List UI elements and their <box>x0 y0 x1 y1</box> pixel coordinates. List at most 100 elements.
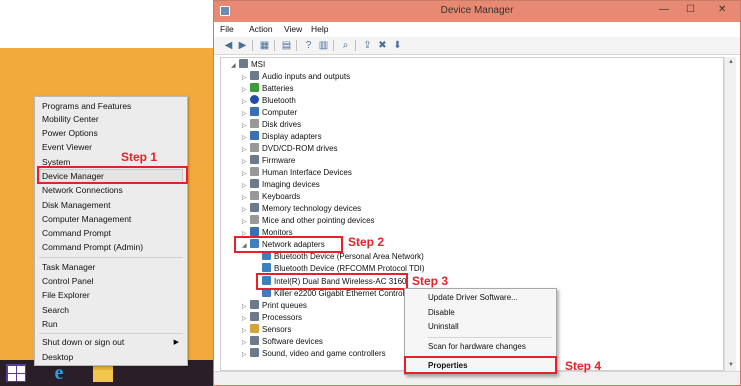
menu-item-disk-management[interactable]: Disk Management <box>42 199 111 212</box>
menu-view[interactable]: View <box>284 24 302 34</box>
tree-item[interactable]: ▷ Imaging devices <box>242 179 320 191</box>
tree-item[interactable]: ▷ Display adapters <box>242 131 322 143</box>
list-view-icon[interactable]: ▥ <box>317 39 330 52</box>
menu-help[interactable]: Help <box>311 24 328 34</box>
tree-item[interactable]: ▷ Disk drives <box>242 119 301 131</box>
update-driver-menu-item[interactable]: Update Driver Software... <box>428 292 518 304</box>
tree-item[interactable]: ▷ Print queues <box>242 300 307 312</box>
tree-item-label: Human Interface Devices <box>262 168 352 177</box>
back-icon[interactable]: ◀ <box>222 39 235 52</box>
expand-icon[interactable]: ▷ <box>242 349 250 361</box>
menu-item-control-panel[interactable]: Control Panel <box>42 275 94 288</box>
tree-root-label: MSI <box>251 60 266 69</box>
scroll-up-icon[interactable]: ▲ <box>725 57 737 68</box>
mouse-icon <box>250 215 259 224</box>
close-button[interactable]: ✕ <box>718 4 726 15</box>
internet-explorer-icon[interactable]: e <box>48 363 70 383</box>
tree-item-label: DVD/CD-ROM drives <box>262 144 338 153</box>
menu-item-command-prompt[interactable]: Command Prompt <box>42 227 111 240</box>
tree-item-label: Disk drives <box>262 120 302 129</box>
tree-root[interactable]: ◢ MSI <box>231 59 265 71</box>
scan-hardware-icon[interactable]: ⌕ <box>339 39 352 52</box>
tree-item[interactable]: ▷ Keyboards <box>242 191 300 203</box>
bluetooth-icon <box>250 95 259 104</box>
menu-item-mobility-center[interactable]: Mobility Center <box>42 113 99 126</box>
menu-item-file-explorer[interactable]: File Explorer <box>42 289 90 302</box>
memory-icon <box>250 203 259 212</box>
menu-item-computer-management[interactable]: Computer Management <box>42 213 131 226</box>
tree-item[interactable]: ▷ Mice and other pointing devices <box>242 215 375 227</box>
tree-item[interactable]: ▷ DVD/CD-ROM drives <box>242 143 338 155</box>
tree-item[interactable]: ▷ Firmware <box>242 155 295 167</box>
properties-icon[interactable]: ▤ <box>280 39 293 52</box>
tree-item[interactable]: ▷ Processors <box>242 312 302 324</box>
help-icon[interactable]: ? <box>302 39 315 52</box>
tree-child-label: Bluetooth Device (RFCOMM Protocol TDI) <box>274 264 425 273</box>
forward-icon[interactable]: ▶ <box>236 39 249 52</box>
show-hide-tree-icon[interactable]: ▦ <box>258 39 271 52</box>
tree-item[interactable]: ▷ Audio inputs and outputs <box>242 71 350 83</box>
tree-item[interactable]: ▷ Sound, video and game controllers <box>242 348 386 360</box>
sound-icon <box>250 348 259 357</box>
tree-item-label: Sensors <box>262 325 292 334</box>
tree-item[interactable]: ▷ Batteries <box>242 83 294 95</box>
menu-item-power-options[interactable]: Power Options <box>42 127 98 140</box>
toolbar: ◀ ▶ ▦ ▤ ? ▥ ⌕ ⇪ ✖ ⬇ <box>214 37 740 55</box>
maximize-button[interactable]: ☐ <box>686 4 695 15</box>
menu-item-desktop[interactable]: Desktop <box>42 351 73 364</box>
tree-item-label: Computer <box>262 108 298 117</box>
menu-item-shutdown[interactable]: Shut down or sign out <box>42 336 124 349</box>
menu-item-command-prompt-admin[interactable]: Command Prompt (Admin) <box>42 241 143 254</box>
tree-item[interactable]: ▷ Bluetooth <box>242 95 296 107</box>
menu-separator <box>39 333 183 334</box>
uninstall-menu-item[interactable]: Uninstall <box>428 321 459 333</box>
step1-highlight-box <box>37 166 188 184</box>
menu-bar: File Action View Help <box>214 22 740 37</box>
tree-item[interactable]: ▷ Computer <box>242 107 297 119</box>
tree-item-label: Keyboards <box>262 192 301 201</box>
menu-item-search[interactable]: Search <box>42 304 69 317</box>
file-explorer-icon[interactable] <box>93 366 113 382</box>
step3-label: Step 3 <box>412 274 449 288</box>
disk-drive-icon <box>250 119 259 128</box>
tree-item-label: Bluetooth <box>262 96 296 105</box>
menu-action[interactable]: Action <box>249 24 273 34</box>
scan-hardware-menu-item[interactable]: Scan for hardware changes <box>428 341 526 353</box>
start-button[interactable] <box>6 364 26 382</box>
tree-item-label: Batteries <box>262 84 294 93</box>
firmware-icon <box>250 155 259 164</box>
toolbar-separator <box>296 40 297 51</box>
step1-label: Step 1 <box>121 150 158 164</box>
tree-item-label: Memory technology devices <box>262 204 362 213</box>
vertical-scrollbar[interactable]: ▲ ▼ <box>724 57 736 371</box>
tree-item-label: Sound, video and game controllers <box>262 349 386 358</box>
software-device-icon <box>250 336 259 345</box>
menu-item-programs-features[interactable]: Programs and Features <box>42 100 131 113</box>
menu-item-task-manager[interactable]: Task Manager <box>42 261 95 274</box>
menu-item-network-connections[interactable]: Network Connections <box>42 184 123 197</box>
collapse-icon[interactable]: ◢ <box>231 60 239 72</box>
scroll-down-icon[interactable]: ▼ <box>725 360 737 371</box>
toolbar-separator <box>355 40 356 51</box>
menu-item-run[interactable]: Run <box>42 318 58 331</box>
enable-device-icon[interactable]: ⬇ <box>391 39 404 52</box>
tree-item[interactable]: ▷ Sensors <box>242 324 291 336</box>
submenu-arrow-icon: ▶ <box>173 339 179 346</box>
menu-item-event-viewer[interactable]: Event Viewer <box>42 141 92 154</box>
computer-icon <box>239 59 248 68</box>
tree-item[interactable]: ▷ Software devices <box>242 336 323 348</box>
disable-menu-item[interactable]: Disable <box>428 307 455 319</box>
update-driver-icon[interactable]: ⇪ <box>361 39 374 52</box>
tree-child-label: Bluetooth Device (Personal Area Network) <box>274 252 424 261</box>
tree-item[interactable]: ▷ Human Interface Devices <box>242 167 352 179</box>
tree-item-label: Audio inputs and outputs <box>262 72 351 81</box>
tree-child-label: Killer e2200 Gigabit Ethernet Control <box>274 289 405 298</box>
menu-file[interactable]: File <box>220 24 234 34</box>
network-adapter-icon <box>262 263 271 272</box>
sensor-icon <box>250 324 259 333</box>
step3-highlight-box <box>256 273 408 290</box>
uninstall-icon[interactable]: ✖ <box>376 39 389 52</box>
minimize-button[interactable]: — <box>659 4 669 15</box>
hid-icon <box>250 167 259 176</box>
tree-item[interactable]: ▷ Memory technology devices <box>242 203 361 215</box>
